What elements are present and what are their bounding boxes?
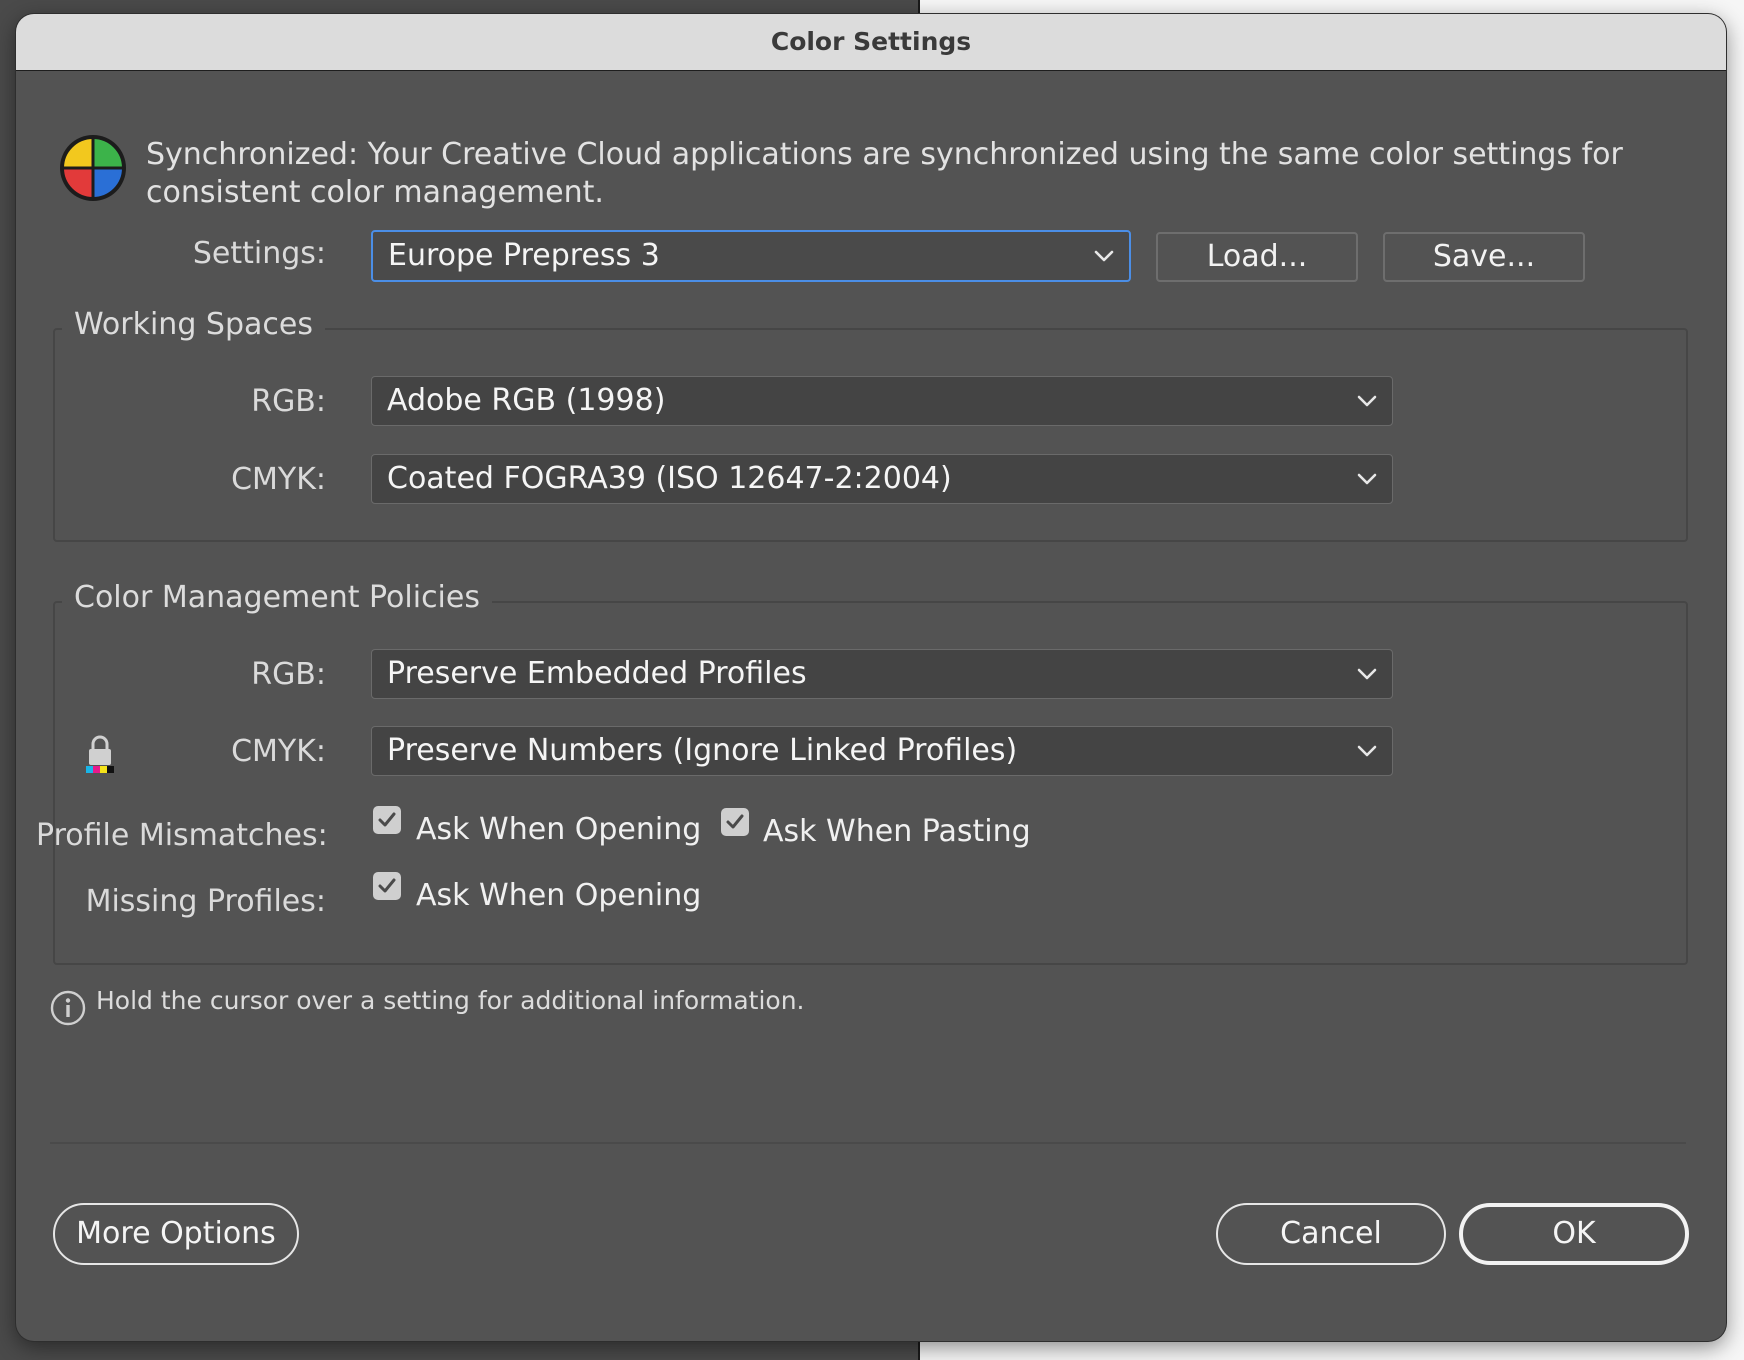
missing-profiles-label: Missing Profiles: <box>85 884 326 919</box>
chevron-down-icon <box>1357 473 1377 485</box>
chevron-down-icon <box>1357 668 1377 680</box>
profile-mismatches-label: Profile Mismatches: <box>36 818 328 853</box>
settings-dropdown[interactable]: Europe Prepress 3 <box>371 230 1131 282</box>
policy-rgb-dropdown[interactable]: Preserve Embedded Profiles <box>371 649 1393 699</box>
missing-ask-opening-checkbox[interactable] <box>373 872 401 900</box>
policy-rgb-label: RGB: <box>251 657 326 692</box>
settings-label: Settings: <box>192 236 326 271</box>
mismatch-ask-opening-label[interactable]: Ask When Opening <box>416 812 701 847</box>
missing-ask-opening-label[interactable]: Ask When Opening <box>416 878 701 913</box>
working-cmyk-value: Coated FOGRA39 (ISO 12647-2:2004) <box>387 461 952 496</box>
cmyk-lock-icon <box>86 735 114 773</box>
info-icon <box>50 990 86 1026</box>
working-spaces-group <box>53 328 1688 542</box>
working-rgb-label: RGB: <box>251 384 326 419</box>
policy-cmyk-dropdown[interactable]: Preserve Numbers (Ignore Linked Profiles… <box>371 726 1393 776</box>
ok-button[interactable]: OK <box>1459 1203 1689 1265</box>
policy-cmyk-value: Preserve Numbers (Ignore Linked Profiles… <box>387 733 1018 768</box>
checkmark-icon <box>726 814 744 829</box>
title-bar[interactable]: Color Settings <box>16 14 1726 71</box>
policy-rgb-value: Preserve Embedded Profiles <box>387 656 807 691</box>
more-options-button[interactable]: More Options <box>53 1203 299 1265</box>
mismatch-ask-opening-checkbox[interactable] <box>373 806 401 834</box>
chevron-down-icon <box>1357 745 1377 757</box>
working-rgb-dropdown[interactable]: Adobe RGB (1998) <box>371 376 1393 426</box>
save-button[interactable]: Save... <box>1383 232 1585 282</box>
working-spaces-title: Working Spaces <box>62 307 325 342</box>
sync-status-message: Synchronized: Your Creative Cloud applic… <box>146 137 1623 210</box>
working-cmyk-label: CMYK: <box>231 462 326 497</box>
cancel-button[interactable]: Cancel <box>1216 1203 1446 1265</box>
info-hint-text: Hold the cursor over a setting for addit… <box>96 986 805 1015</box>
policy-cmyk-label: CMYK: <box>231 734 326 769</box>
load-button[interactable]: Load... <box>1156 232 1358 282</box>
working-rgb-value: Adobe RGB (1998) <box>387 383 666 418</box>
chevron-down-icon <box>1094 250 1114 262</box>
checkmark-icon <box>378 812 396 827</box>
mismatch-ask-pasting-checkbox[interactable] <box>721 808 749 836</box>
chevron-down-icon <box>1357 395 1377 407</box>
color-management-policies-title: Color Management Policies <box>62 580 492 615</box>
checkmark-icon <box>378 878 396 893</box>
settings-dropdown-value: Europe Prepress 3 <box>388 238 660 273</box>
mismatch-ask-pasting-label[interactable]: Ask When Pasting <box>763 814 1031 849</box>
footer-separator <box>50 1142 1686 1144</box>
color-wheel-icon <box>60 135 126 201</box>
dialog-title: Color Settings <box>770 27 972 56</box>
color-settings-dialog: Color Settings Synchronized: Your Creati… <box>16 14 1726 1341</box>
working-cmyk-dropdown[interactable]: Coated FOGRA39 (ISO 12647-2:2004) <box>371 454 1393 504</box>
